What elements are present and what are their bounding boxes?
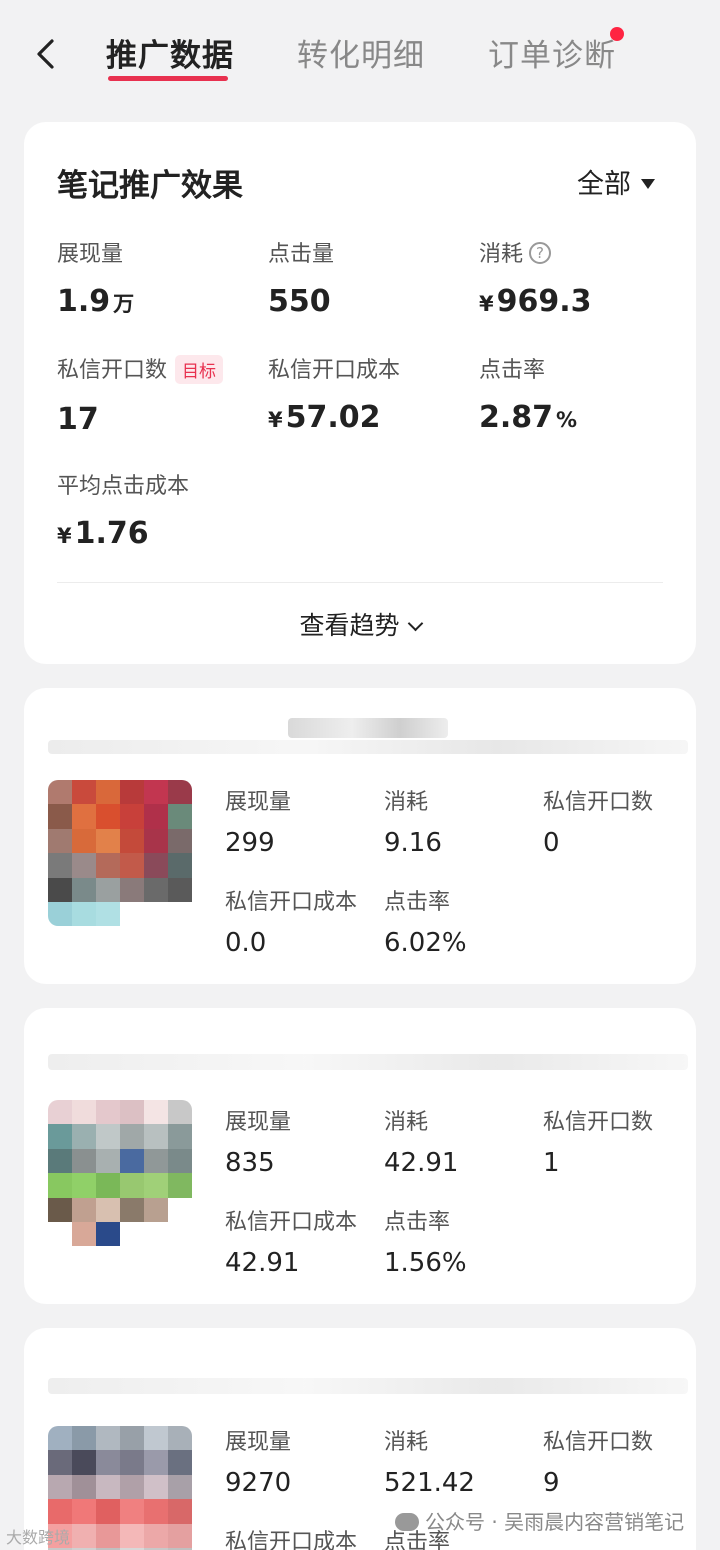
stat-value: 521.42 — [384, 1468, 475, 1498]
watermark-text: 公众号 · 吴雨晨内容营销笔记 — [425, 1510, 685, 1534]
tab-conversion-details[interactable]: 转化明细 — [297, 30, 425, 75]
stat-label: 私信开口成本 — [225, 1210, 358, 1235]
note-title-redacted — [48, 718, 688, 758]
chevron-down-icon — [407, 615, 423, 632]
note-stat: 私信开口数 0 — [543, 784, 696, 858]
note-card[interactable]: 展现量 299 消耗 9.16 私信开口数 0 私信开口成本 0.0 点击率 6… — [24, 688, 696, 984]
note-stat: 私信开口成本 42.91 — [225, 1204, 385, 1278]
metric-value: 1.9 — [57, 284, 111, 319]
note-stat: 私信开口数 9 — [543, 1424, 696, 1498]
note-stat: 点击率 6.02% — [384, 884, 544, 958]
stat-label: 私信开口成本 — [225, 890, 358, 915]
metric-unit: 万 — [113, 292, 135, 316]
stat-value: 1.56% — [384, 1248, 467, 1278]
stat-label: 私信开口成本 — [225, 1530, 358, 1550]
stat-label: 展现量 — [225, 1110, 292, 1135]
note-stat: 私信开口数 1 — [543, 1104, 696, 1178]
metric-value: 57.02 — [285, 400, 381, 435]
note-stat: 点击率 1.56% — [384, 1204, 544, 1278]
metric-value: 2.87 — [479, 400, 554, 435]
view-trend-button[interactable]: 查看趋势 — [24, 606, 696, 642]
note-stat: 展现量 835 — [225, 1104, 385, 1178]
metric-label: 消耗 — [479, 242, 524, 267]
stat-label: 展现量 — [225, 1430, 292, 1455]
note-thumbnail[interactable] — [48, 1100, 192, 1246]
metric-value: 969.3 — [496, 284, 592, 319]
tab-order-diagnosis[interactable]: 订单诊断 — [488, 30, 616, 75]
filter-label: 全部 — [577, 169, 631, 200]
stat-label: 消耗 — [384, 1430, 429, 1455]
note-card[interactable]: 展现量 835 消耗 42.91 私信开口数 1 私信开口成本 42.91 点击… — [24, 1008, 696, 1304]
stat-value: 9 — [543, 1468, 560, 1498]
stat-label: 私信开口数 — [543, 790, 654, 815]
stat-label: 点击率 — [384, 890, 451, 915]
metric-spend: 消耗? ¥969.3 — [479, 236, 679, 319]
stat-value: 1 — [543, 1148, 560, 1178]
metric-private-message-opens: 私信开口数 目标 17 — [57, 352, 257, 437]
filter-dropdown[interactable]: 全部 — [577, 162, 655, 201]
tab-promotion-data[interactable]: 推广数据 — [106, 30, 234, 75]
promotion-summary-card: 笔记推广效果 全部 展现量 1.9 万 点击量 550 消耗? ¥969.3 私信… — [24, 122, 696, 664]
note-title-redacted — [48, 1358, 688, 1398]
note-stat: 消耗 9.16 — [384, 784, 544, 858]
note-title-redacted — [48, 1038, 688, 1078]
currency-symbol: ¥ — [57, 524, 72, 548]
stat-label: 消耗 — [384, 1110, 429, 1135]
divider — [57, 582, 663, 583]
target-badge: 目标 — [175, 354, 224, 384]
stat-label: 展现量 — [225, 790, 292, 815]
stat-value: 9.16 — [384, 828, 442, 858]
stat-label: 私信开口数 — [543, 1110, 654, 1135]
note-stat: 展现量 299 — [225, 784, 385, 858]
notification-dot — [610, 27, 624, 41]
caret-down-icon — [641, 178, 655, 189]
stat-value: 835 — [225, 1148, 275, 1178]
top-navigation-bar: 推广数据 转化明细 订单诊断 — [0, 0, 720, 100]
note-stat: 消耗 521.42 — [384, 1424, 544, 1498]
stat-value: 42.91 — [225, 1248, 300, 1278]
metric-label: 平均点击成本 — [57, 474, 190, 499]
stat-value: 299 — [225, 828, 275, 858]
metric-value: 17 — [57, 401, 99, 437]
note-stat: 展现量 9270 — [225, 1424, 385, 1498]
help-icon[interactable]: ? — [529, 242, 552, 264]
stat-value: 0.0 — [225, 928, 267, 958]
chevron-left-icon[interactable] — [34, 38, 58, 70]
metric-value: 550 — [268, 284, 331, 319]
metric-avg-click-cost: 平均点击成本 ¥1.76 — [57, 468, 257, 551]
watermark-left: 大数跨境 — [6, 1528, 71, 1547]
note-stat: 消耗 42.91 — [384, 1104, 544, 1178]
wechat-icon — [395, 1512, 419, 1531]
active-tab-indicator — [108, 76, 228, 81]
metric-unit: % — [556, 408, 578, 432]
stat-label: 点击率 — [384, 1210, 451, 1235]
metric-ctr: 点击率 2.87% — [479, 352, 679, 435]
stat-label: 消耗 — [384, 790, 429, 815]
stat-value: 9270 — [225, 1468, 292, 1498]
metric-value: 1.76 — [74, 516, 149, 551]
metric-impressions: 展现量 1.9 万 — [57, 236, 257, 319]
currency-symbol: ¥ — [479, 292, 494, 316]
metric-private-message-cost: 私信开口成本 ¥57.02 — [268, 352, 468, 435]
metric-clicks: 点击量 550 — [268, 236, 468, 319]
metric-label: 私信开口数 — [57, 358, 168, 383]
currency-symbol: ¥ — [268, 408, 283, 432]
stat-value: 42.91 — [384, 1148, 459, 1178]
stat-value: 0 — [543, 828, 560, 858]
metric-label: 点击率 — [479, 358, 546, 383]
metric-label: 私信开口成本 — [268, 358, 401, 383]
watermark-official-account: 公众号 · 吴雨晨内容营销笔记 — [395, 1506, 684, 1535]
summary-title: 笔记推广效果 — [57, 168, 243, 204]
note-stat: 私信开口成本 0.0 — [225, 884, 385, 958]
stat-value: 6.02% — [384, 928, 467, 958]
note-thumbnail[interactable] — [48, 780, 192, 926]
metric-label: 展现量 — [57, 242, 124, 267]
note-stat: 私信开口成本 — [225, 1524, 385, 1550]
stat-label: 私信开口数 — [543, 1430, 654, 1455]
view-trend-label: 查看趋势 — [299, 611, 400, 640]
metric-label: 点击量 — [268, 242, 335, 267]
